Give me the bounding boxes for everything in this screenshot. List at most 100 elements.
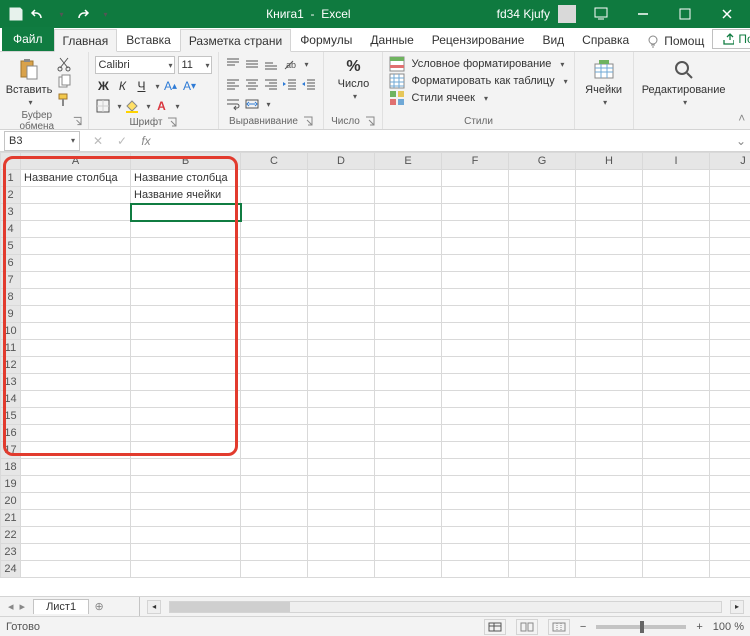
copy-icon[interactable] (56, 74, 72, 90)
cell[interactable] (643, 306, 710, 323)
cell[interactable] (308, 306, 375, 323)
cell[interactable] (576, 476, 643, 493)
increase-indent-icon[interactable] (301, 76, 317, 92)
cell[interactable] (509, 391, 576, 408)
cell[interactable] (643, 527, 710, 544)
cell[interactable] (576, 527, 643, 544)
cell[interactable] (375, 510, 442, 527)
cell[interactable] (241, 238, 308, 255)
undo-dropdown-icon[interactable]: ▾ (52, 6, 68, 22)
row-header[interactable]: 17 (1, 442, 21, 459)
page-break-view-icon[interactable] (548, 619, 570, 635)
cell[interactable] (21, 340, 131, 357)
cell[interactable] (643, 187, 710, 204)
cut-icon[interactable] (56, 56, 72, 72)
cell[interactable] (21, 306, 131, 323)
cell[interactable] (308, 425, 375, 442)
cell[interactable] (710, 272, 750, 289)
cell[interactable] (308, 561, 375, 578)
cell[interactable] (241, 306, 308, 323)
cell[interactable] (710, 493, 750, 510)
select-all-corner[interactable] (1, 153, 21, 170)
row-header[interactable]: 15 (1, 408, 21, 425)
align-middle-icon[interactable] (244, 56, 260, 72)
cell[interactable] (131, 272, 241, 289)
cell[interactable] (576, 323, 643, 340)
cell[interactable] (643, 493, 710, 510)
cell[interactable] (131, 442, 241, 459)
format-painter-icon[interactable] (56, 92, 72, 108)
cell[interactable] (308, 408, 375, 425)
tab-file[interactable]: Файл (2, 27, 54, 51)
tell-me[interactable]: Помощ (638, 31, 712, 51)
cell[interactable] (710, 340, 750, 357)
cell[interactable] (576, 493, 643, 510)
cell[interactable] (375, 357, 442, 374)
cell[interactable] (375, 289, 442, 306)
cell[interactable] (21, 442, 131, 459)
cell[interactable] (21, 510, 131, 527)
cell[interactable] (509, 425, 576, 442)
cell[interactable] (710, 442, 750, 459)
cell[interactable] (509, 306, 576, 323)
cell[interactable] (21, 459, 131, 476)
cell[interactable] (710, 187, 750, 204)
cell[interactable] (308, 255, 375, 272)
cell[interactable] (241, 459, 308, 476)
cell[interactable] (509, 408, 576, 425)
cell[interactable] (375, 306, 442, 323)
cell[interactable] (509, 289, 576, 306)
cell[interactable] (643, 442, 710, 459)
cell[interactable] (308, 170, 375, 187)
cell[interactable] (308, 493, 375, 510)
cell[interactable] (131, 527, 241, 544)
cell[interactable] (576, 425, 643, 442)
cell[interactable] (643, 425, 710, 442)
cell[interactable] (710, 238, 750, 255)
cell[interactable] (509, 170, 576, 187)
cell[interactable] (509, 561, 576, 578)
cell[interactable] (375, 493, 442, 510)
cell[interactable] (710, 527, 750, 544)
cell[interactable] (241, 510, 308, 527)
cell[interactable] (131, 374, 241, 391)
user-name[interactable]: fd34 Kjufy (497, 7, 550, 21)
cell[interactable] (710, 459, 750, 476)
cell[interactable] (375, 544, 442, 561)
cell[interactable] (241, 391, 308, 408)
cell[interactable] (131, 204, 241, 221)
align-right-icon[interactable] (263, 76, 279, 92)
cell[interactable] (643, 238, 710, 255)
fill-color-icon[interactable] (124, 98, 140, 114)
cell[interactable] (241, 442, 308, 459)
cell[interactable] (442, 289, 509, 306)
align-bottom-icon[interactable] (263, 56, 279, 72)
font-size-combo[interactable]: 11▾ (178, 56, 212, 74)
cell[interactable] (375, 204, 442, 221)
merge-center-icon[interactable] (244, 96, 260, 112)
cell[interactable] (509, 476, 576, 493)
cell[interactable] (375, 238, 442, 255)
editing-button[interactable]: Редактирование ▾ (640, 54, 728, 107)
decrease-font-icon[interactable]: A▾ (181, 78, 197, 94)
cell[interactable] (442, 323, 509, 340)
row-header[interactable]: 22 (1, 527, 21, 544)
cell[interactable] (710, 544, 750, 561)
cell[interactable] (576, 255, 643, 272)
cell[interactable]: Название ячейки (131, 187, 241, 204)
cell[interactable] (442, 221, 509, 238)
cell[interactable] (131, 459, 241, 476)
row-header[interactable]: 2 (1, 187, 21, 204)
zoom-in-icon[interactable]: + (696, 621, 702, 633)
qat-customize-icon[interactable]: ▾ (96, 6, 112, 22)
cell[interactable] (241, 221, 308, 238)
cell[interactable] (308, 476, 375, 493)
cell[interactable] (375, 425, 442, 442)
cell[interactable] (308, 391, 375, 408)
decrease-indent-icon[interactable] (282, 76, 298, 92)
cell[interactable] (21, 272, 131, 289)
cell[interactable] (442, 204, 509, 221)
cell[interactable] (710, 323, 750, 340)
formula-input[interactable] (158, 131, 732, 151)
sheet-nav-next-icon[interactable]: ▸ (20, 600, 26, 613)
